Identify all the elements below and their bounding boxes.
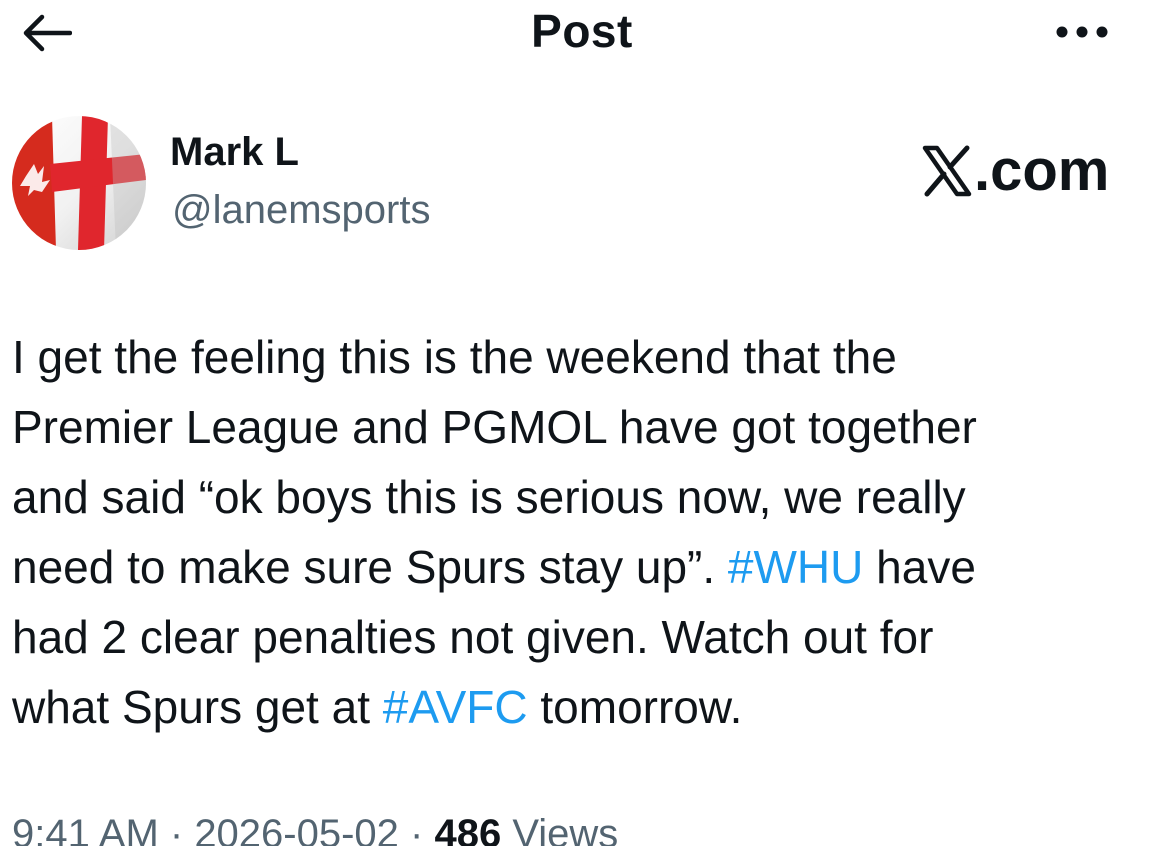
meta-separator: · [158,812,195,846]
post-page: Post Mark L @lanemsports .com I get the … [0,0,1164,846]
x-com-watermark: .com [922,137,1109,204]
more-dots-icon [1056,26,1108,38]
tweet-text-segment: Premier League and PGMOL have got togeth… [12,401,977,453]
watermark-text: .com [974,138,1110,203]
tweet-text-segment: what Spurs get at [12,681,383,733]
tweet-line: Premier League and PGMOL have got togeth… [12,392,1152,462]
avatar[interactable] [12,116,146,250]
post-meta: 9:41 AM · 2026-05-02 · 486 Views [12,812,618,846]
tweet-text-segment: tomorrow. [527,681,743,733]
hashtag-link[interactable]: #WHU [728,541,863,593]
x-logo-icon [922,145,972,196]
hashtag-link[interactable]: #AVFC [383,681,528,733]
views-count: 486 [434,812,502,846]
post-date[interactable]: 2026-05-02 [194,812,399,846]
tweet-line: had 2 clear penalties not given. Watch o… [12,602,1152,672]
tweet-text: I get the feeling this is the weekend th… [12,322,1152,742]
page-title: Post [531,5,633,57]
tweet-text-segment: had 2 clear penalties not given. Watch o… [12,611,934,663]
author-name[interactable]: Mark L [170,130,299,175]
tweet-text-segment: and said “ok boys this is serious now, w… [12,471,966,523]
author-handle[interactable]: @lanemsports [172,188,430,233]
flag-avatar-icon [12,116,146,250]
tweet-line: need to make sure Spurs stay up”. #WHU h… [12,532,1152,602]
tweet-text-segment: have [863,541,976,593]
meta-separator-2: · [398,812,435,846]
tweet-line: and said “ok boys this is serious now, w… [12,462,1152,532]
tweet-text-segment: I get the feeling this is the weekend th… [12,331,897,383]
post-time[interactable]: 9:41 AM [12,812,159,846]
views-label: Views [501,812,619,846]
tweet-text-segment: need to make sure Spurs stay up”. [12,541,728,593]
more-options-button[interactable] [1046,12,1118,52]
tweet-line: I get the feeling this is the weekend th… [12,322,1152,392]
tweet-line: what Spurs get at #AVFC tomorrow. [12,672,1152,742]
